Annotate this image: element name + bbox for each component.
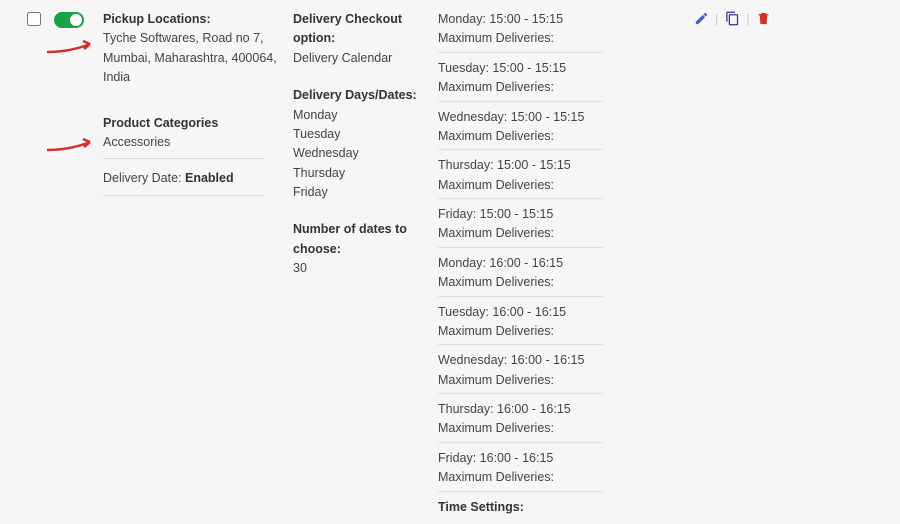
timeslot-line: Tuesday: 15:00 - 15:15 [438, 59, 683, 78]
column-pickup: Pickup Locations: Tyche Softwares, Road … [103, 10, 293, 206]
copy-button[interactable] [724, 10, 740, 26]
num-dates-label: Number of dates to choose: [293, 220, 438, 259]
delivery-day: Tuesday [293, 125, 438, 144]
divider [438, 101, 603, 102]
divider [438, 491, 603, 492]
max-deliveries-line: Maximum Deliveries: [438, 127, 683, 146]
action-divider: | [715, 11, 718, 26]
delivery-date-line: Delivery Date: Enabled [103, 169, 293, 188]
timeslot-line: Wednesday: 16:00 - 16:15 [438, 351, 683, 370]
delivery-day: Thursday [293, 164, 438, 183]
row-select-checkbox[interactable] [27, 12, 41, 26]
timeslot-line: Thursday: 15:00 - 15:15 [438, 156, 683, 175]
max-deliveries-line: Maximum Deliveries: [438, 468, 683, 487]
max-deliveries-line: Maximum Deliveries: [438, 371, 683, 390]
max-deliveries-line: Maximum Deliveries: [438, 29, 683, 48]
arrow-annotation-icon [45, 40, 100, 54]
timeslot-line: Monday: 16:00 - 16:15 [438, 254, 683, 273]
num-dates-value: 30 [293, 259, 438, 278]
delivery-day: Friday [293, 183, 438, 202]
max-deliveries-line: Maximum Deliveries: [438, 78, 683, 97]
delivery-checkout-option-value: Delivery Calendar [293, 49, 438, 68]
delivery-days-label: Delivery Days/Dates: [293, 86, 438, 105]
divider [103, 158, 263, 159]
divider [438, 149, 603, 150]
product-categories-value: Accessories [103, 133, 293, 152]
divider [438, 442, 603, 443]
settings-row: Pickup Locations: Tyche Softwares, Road … [0, 0, 900, 524]
max-deliveries-line: Maximum Deliveries: [438, 273, 683, 292]
timeslot-line: Wednesday: 15:00 - 15:15 [438, 108, 683, 127]
time-settings-label: Time Settings: [438, 500, 683, 514]
trash-icon [756, 11, 771, 26]
pencil-icon [694, 11, 709, 26]
delivery-date-label: Delivery Date: [103, 171, 182, 185]
timeslot-line: Friday: 16:00 - 16:15 [438, 449, 683, 468]
column-timeslots: Monday: 15:00 - 15:15Maximum Deliveries:… [438, 10, 683, 514]
divider [438, 393, 603, 394]
row-select-cell [27, 10, 49, 29]
divider [438, 52, 603, 53]
pickup-locations-value: Tyche Softwares, Road no 7, Mumbai, Maha… [103, 29, 293, 87]
row-actions: | | [693, 10, 772, 26]
edit-button[interactable] [693, 10, 709, 26]
delete-button[interactable] [756, 10, 772, 26]
max-deliveries-line: Maximum Deliveries: [438, 419, 683, 438]
divider [103, 195, 263, 196]
toggle-cell [54, 10, 88, 31]
arrow-annotation-icon [45, 138, 100, 152]
delivery-day: Wednesday [293, 144, 438, 163]
max-deliveries-line: Maximum Deliveries: [438, 224, 683, 243]
copy-icon [725, 11, 740, 26]
timeslot-line: Tuesday: 16:00 - 16:15 [438, 303, 683, 322]
delivery-date-value: Enabled [185, 171, 234, 185]
delivery-days-list: MondayTuesdayWednesdayThursdayFriday [293, 106, 438, 203]
pickup-locations-label: Pickup Locations: [103, 10, 293, 29]
delivery-checkout-option-label: Delivery Checkout option: [293, 10, 438, 49]
timeslot-line: Monday: 15:00 - 15:15 [438, 10, 683, 29]
divider [438, 247, 603, 248]
timeslot-line: Friday: 15:00 - 15:15 [438, 205, 683, 224]
max-deliveries-line: Maximum Deliveries: [438, 176, 683, 195]
divider [438, 198, 603, 199]
delivery-day: Monday [293, 106, 438, 125]
product-categories-label: Product Categories [103, 114, 293, 133]
divider [438, 344, 603, 345]
timeslot-line: Thursday: 16:00 - 16:15 [438, 400, 683, 419]
enable-toggle[interactable] [54, 12, 84, 28]
divider [438, 296, 603, 297]
action-divider: | [746, 11, 749, 26]
max-deliveries-line: Maximum Deliveries: [438, 322, 683, 341]
column-delivery-options: Delivery Checkout option: Delivery Calen… [293, 10, 438, 285]
